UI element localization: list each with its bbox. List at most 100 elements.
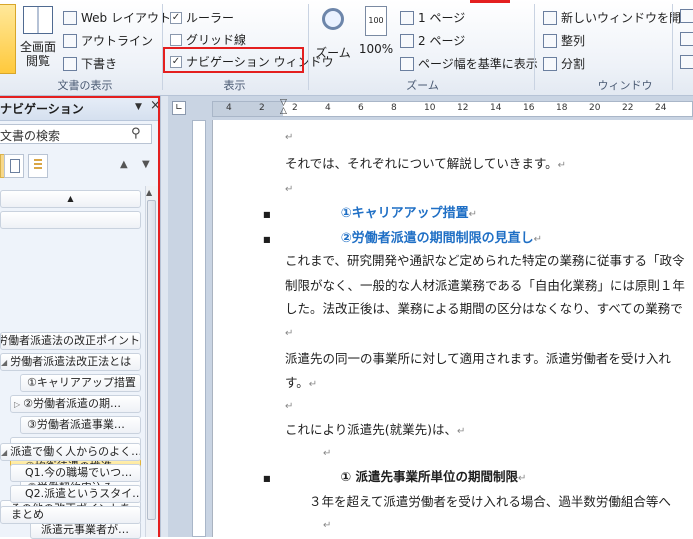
page-100-icon: 100 — [365, 6, 387, 36]
draft-button[interactable]: 下書き — [63, 55, 117, 72]
heading-bullet: ■ — [263, 235, 271, 244]
return-mark: ↵ — [308, 379, 318, 390]
return-mark: ↵ — [457, 426, 466, 437]
reset-window-button[interactable] — [680, 55, 693, 69]
highlight-nav-checkbox — [163, 47, 304, 73]
doc-line: ↵ — [323, 444, 331, 459]
doc-text: それでは、それぞれについて解説していきます。 — [285, 156, 558, 171]
split-button[interactable]: 分割 — [543, 55, 585, 72]
highlight-navigation-pane — [0, 96, 160, 537]
ruler-number: 4 — [325, 103, 331, 113]
draft-icon — [63, 56, 77, 71]
outline-button[interactable]: アウトライン — [63, 32, 153, 49]
page-width-label: ページ幅を基準に表示 — [418, 57, 538, 71]
split-label: 分割 — [561, 57, 586, 71]
side-by-side-button[interactable] — [680, 9, 693, 23]
doc-paragraph[interactable]: 派遣先の同一の事業所に対して適用されます。派遣労働者を受け入れ — [285, 348, 671, 367]
web-layout-icon — [63, 10, 77, 25]
ribbon: 全画面 閲覧 Web レイアウト アウトライン 下書き 文書の表示 ✓ ルーラー … — [0, 0, 693, 96]
heading-text: ②労働者派遣の期間制限の見直し — [340, 231, 534, 246]
new-window-icon — [543, 10, 557, 25]
zoom-100-button[interactable]: 100 100% — [356, 4, 396, 74]
ruler-number: 22 — [622, 103, 634, 113]
tab-selector-icon[interactable]: ∟ — [172, 101, 186, 115]
doc-paragraph[interactable]: それでは、それぞれについて解説していきます。↵ — [285, 153, 566, 172]
return-mark: ↵ — [533, 234, 542, 245]
subheading-text: ① 派遣先事業所単位の期間制限 — [340, 469, 518, 484]
doc-line: ↵ — [285, 324, 293, 339]
ruler-label: ルーラー — [186, 11, 235, 25]
doc-text: これまで、研究開発や通訳など定められた特定の業務に従事する「政令 — [285, 253, 685, 268]
doc-heading[interactable]: ■ ②労働者派遣の期間制限の見直し↵ — [263, 227, 542, 246]
doc-line: ↵ — [285, 128, 293, 143]
zoom-button[interactable]: ズーム — [313, 4, 353, 74]
doc-paragraph[interactable]: ３年を超えて派遣労働者を受け入れる場合、過半数労働組合等へ — [309, 491, 671, 510]
book-icon — [23, 6, 53, 34]
doc-subheading[interactable]: ■ ① 派遣先事業所単位の期間制限↵ — [263, 466, 526, 485]
doc-paragraph[interactable]: 制限がなく、一般的な人材派遣業務である「自由化業務」には原則１年 — [285, 275, 685, 294]
page-width-button[interactable]: ページ幅を基準に表示 — [400, 55, 538, 72]
group-separator — [534, 4, 535, 90]
print-layout-button[interactable] — [0, 4, 16, 74]
ruler-number: 10 — [424, 103, 436, 113]
group-separator — [308, 4, 309, 90]
one-page-label: 1 ページ — [418, 11, 466, 25]
one-page-icon — [400, 10, 414, 25]
doc-paragraph[interactable]: これまで、研究開発や通訳など定められた特定の業務に従事する「政令 — [285, 250, 685, 269]
sync-scroll-button[interactable] — [680, 32, 693, 46]
doc-text: 制限がなく、一般的な人材派遣業務である「自由化業務」には原則１年 — [285, 278, 685, 293]
ruler-number: 18 — [556, 103, 568, 113]
side-by-side-icon — [680, 9, 693, 23]
doc-line: ↵ — [285, 397, 293, 412]
full-screen-label: 全画面 閲覧 — [19, 40, 56, 68]
doc-paragraph[interactable]: す。↵ — [285, 372, 317, 391]
web-layout-label: Web レイアウト — [81, 11, 171, 25]
view-group-label: 文書の表示 — [57, 79, 113, 92]
gridlines-check-icon — [170, 33, 182, 46]
return-mark: ↵ — [285, 401, 294, 412]
gridlines-label: グリッド線 — [186, 33, 247, 47]
ruler-number: 8 — [391, 103, 397, 113]
ruler-checkbox[interactable]: ✓ ルーラー — [170, 9, 234, 26]
window-group-label: ウィンドウ — [597, 79, 653, 92]
return-mark: ↵ — [285, 184, 294, 195]
ruler-number: 2 — [259, 103, 265, 113]
full-screen-reading-button[interactable]: 全画面 閲覧 — [18, 4, 58, 74]
outline-label: アウトライン — [81, 34, 154, 48]
return-mark: ↵ — [468, 209, 477, 220]
web-layout-button[interactable]: Web レイアウト — [63, 9, 171, 26]
document-page: ↵ それでは、それぞれについて解説していきます。↵ ↵ ■ ①キャリアアップ措置↵… — [212, 120, 693, 537]
doc-paragraph[interactable]: これにより派遣先(就業先)は、↵ — [285, 419, 465, 438]
heading-bullet: ■ — [263, 210, 271, 219]
return-mark: ↵ — [518, 473, 527, 484]
doc-line: ↵ — [285, 180, 293, 195]
ruler-number: 2 — [292, 103, 298, 113]
new-window-button[interactable]: 新しいウィンドウを開く — [543, 9, 693, 26]
two-pages-button[interactable]: 2 ページ — [400, 32, 465, 49]
heading-text: ①キャリアアップ措置 — [340, 206, 469, 221]
vertical-ruler — [192, 120, 206, 537]
gridlines-checkbox[interactable]: グリッド線 — [170, 31, 246, 48]
new-window-label: 新しいウィンドウを開く — [561, 11, 693, 25]
outline-icon — [63, 33, 77, 48]
reset-window-icon — [680, 55, 693, 69]
split-icon — [543, 56, 557, 71]
arrange-label: 整列 — [561, 34, 586, 48]
doc-text: ３年を超えて派遣労働者を受け入れる場合、過半数労働組合等へ — [309, 494, 671, 509]
tab-indicator — [470, 0, 510, 3]
two-pages-icon — [400, 33, 414, 48]
doc-heading[interactable]: ■ ①キャリアアップ措置↵ — [263, 202, 477, 221]
two-pages-label: 2 ページ — [418, 34, 466, 48]
doc-text: 派遣先の同一の事業所に対して適用されます。派遣労働者を受け入れ — [285, 351, 671, 366]
return-mark: ↵ — [323, 448, 332, 459]
return-mark: ↵ — [285, 328, 294, 339]
ruler-number: 6 — [358, 103, 364, 113]
arrange-button[interactable]: 整列 — [543, 32, 585, 49]
ruler-number: 12 — [457, 103, 469, 113]
return-mark: ↵ — [557, 160, 567, 171]
doc-paragraph[interactable]: した。法改正後は、業務による期間の区分はなくなり、すべての業務で — [285, 298, 683, 317]
draft-label: 下書き — [81, 57, 118, 71]
zoom-group-label: ズーム — [406, 79, 439, 92]
zoom-100-label: 100% — [358, 42, 394, 56]
one-page-button[interactable]: 1 ページ — [400, 9, 465, 26]
